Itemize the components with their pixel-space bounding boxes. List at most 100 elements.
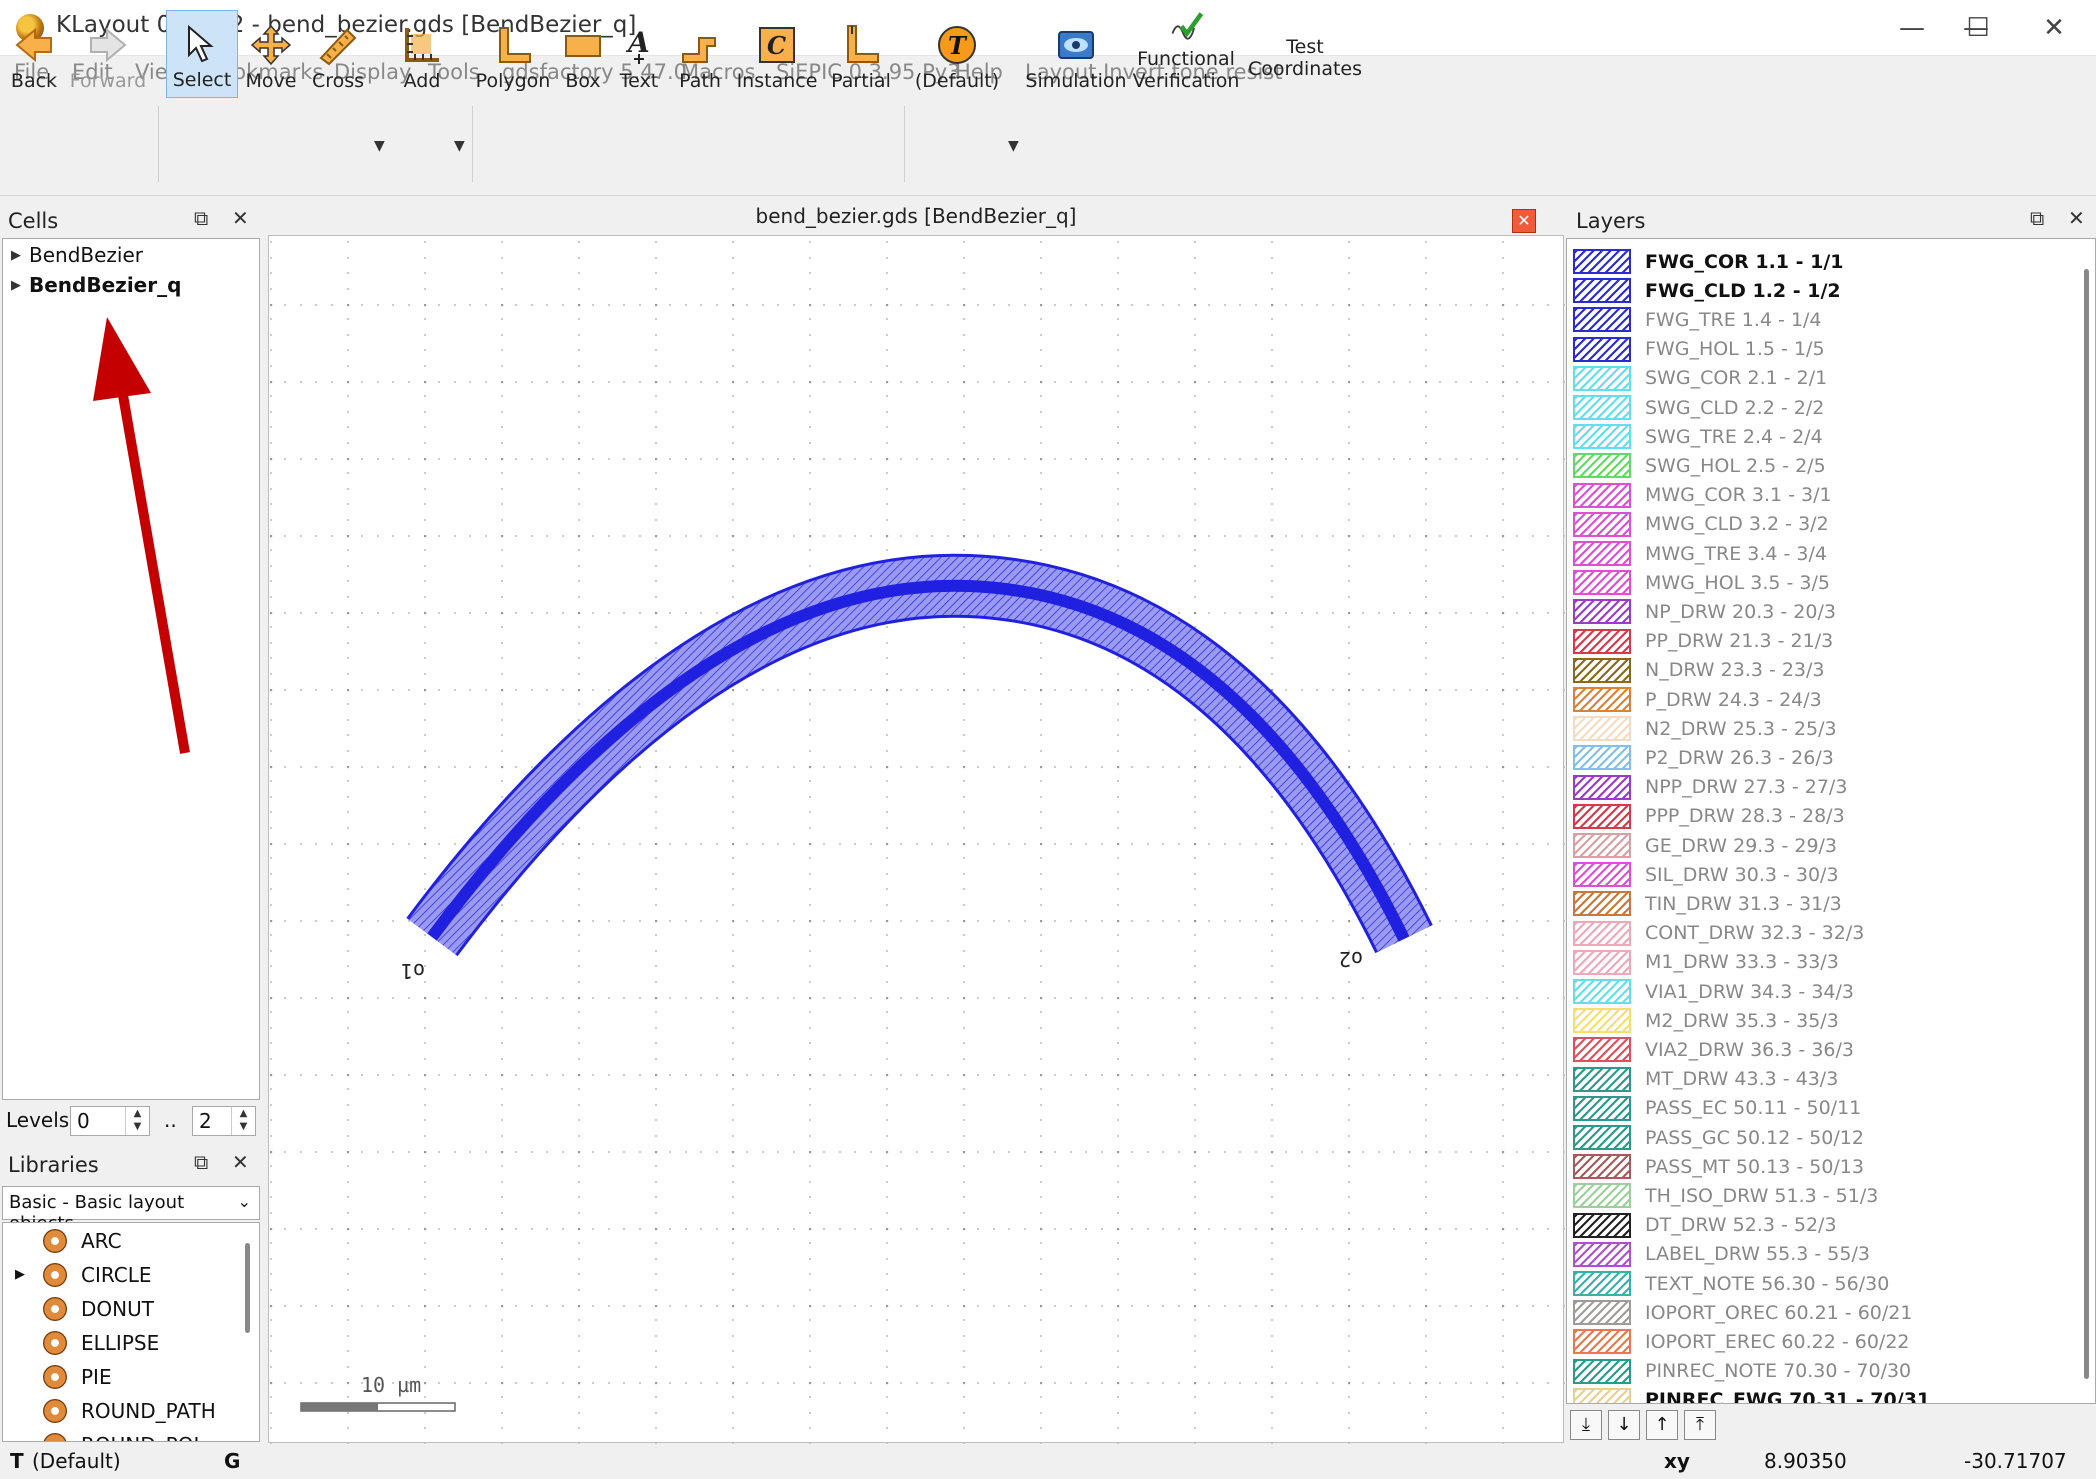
layer-row[interactable]: SWG_COR 2.1 - 2/1	[1573, 364, 1827, 393]
float-dock-icon[interactable]: ⧉	[194, 206, 208, 230]
layer-swatch	[1573, 1387, 1631, 1403]
spin-up-down-icon[interactable]: ▲ ▼	[231, 1107, 255, 1135]
back-button[interactable]: Back	[6, 10, 62, 98]
layer-row[interactable]: MT_DRW 43.3 - 43/3	[1573, 1065, 1838, 1094]
status-grid: G	[224, 1449, 241, 1473]
select-tool-button[interactable]: Select	[166, 10, 238, 98]
levels-from-spinbox[interactable]: 0 ▲ ▼	[70, 1106, 150, 1136]
layer-row[interactable]: N2_DRW 25.3 - 25/3	[1573, 714, 1837, 743]
scrollbar[interactable]	[245, 1243, 250, 1333]
layout-canvas[interactable]: o1 o2 10 µm	[268, 235, 1565, 1444]
layer-row[interactable]: NPP_DRW 27.3 - 27/3	[1573, 773, 1847, 802]
path-tool-button[interactable]: Path	[674, 10, 726, 98]
layer-row[interactable]: DT_DRW 52.3 - 52/3	[1573, 1211, 1837, 1240]
layer-row[interactable]: LABEL_DRW 55.3 - 55/3	[1573, 1240, 1870, 1269]
layer-row[interactable]: P_DRW 24.3 - 24/3	[1573, 685, 1822, 714]
layer-row[interactable]: SWG_TRE 2.4 - 2/4	[1573, 422, 1823, 451]
polygon-tool-button[interactable]: Polygon	[476, 10, 550, 98]
layer-row[interactable]: PPP_DRW 28.3 - 28/3	[1573, 802, 1845, 831]
expand-arrow-icon[interactable]: ▶	[11, 278, 29, 293]
layer-row[interactable]: M1_DRW 33.3 - 33/3	[1573, 948, 1839, 977]
move-up-icon[interactable]: ↑	[1646, 1410, 1678, 1440]
box-tool-button[interactable]: Box	[558, 10, 608, 98]
layer-row[interactable]: IOPORT_OREC 60.21 - 60/21	[1573, 1298, 1912, 1327]
expand-arrow-icon[interactable]: ▶	[11, 248, 29, 263]
layer-row[interactable]: SWG_CLD 2.2 - 2/2	[1573, 393, 1824, 422]
cell-item-bendbezier[interactable]: ▶ BendBezier	[11, 243, 143, 267]
instance-tool-button[interactable]: C Instance	[734, 10, 820, 98]
float-dock-icon[interactable]: ⧉	[2030, 206, 2044, 230]
cross-ruler-button[interactable]: Cross	[308, 10, 368, 98]
layer-row[interactable]: CONT_DRW 32.3 - 32/3	[1573, 919, 1864, 948]
layer-row[interactable]: TIN_DRW 31.3 - 31/3	[1573, 889, 1842, 918]
partial-tool-button[interactable]: Partial	[826, 10, 896, 98]
layer-row[interactable]: MWG_CLD 3.2 - 3/2	[1573, 510, 1829, 539]
layer-swatch	[1573, 1300, 1631, 1326]
library-item[interactable]: ARC	[43, 1229, 122, 1253]
add-button[interactable]: Add	[392, 10, 452, 98]
layer-row[interactable]: M2_DRW 35.3 - 35/3	[1573, 1006, 1839, 1035]
layer-row[interactable]: SWG_HOL 2.5 - 2/5	[1573, 451, 1826, 480]
move-down-icon[interactable]: ↓	[1608, 1410, 1640, 1440]
library-item[interactable]: CIRCLE	[43, 1263, 152, 1287]
cell-item-bendbezier-q[interactable]: ▶ BendBezier_q	[11, 273, 181, 297]
layer-row[interactable]: VIA1_DRW 34.3 - 34/3	[1573, 977, 1854, 1006]
library-item[interactable]: ELLIPSE	[43, 1331, 159, 1355]
layer-row[interactable]: TEXT_NOTE 56.30 - 56/30	[1573, 1269, 1889, 1298]
move-to-bottom-icon[interactable]: ⤓	[1570, 1410, 1602, 1440]
layer-row[interactable]: FWG_CLD 1.2 - 1/2	[1573, 276, 1841, 305]
spin-up-down-icon[interactable]: ▲ ▼	[125, 1107, 149, 1135]
scrollbar[interactable]	[2084, 269, 2089, 1379]
library-item[interactable]: PIE	[43, 1365, 112, 1389]
close-dock-icon[interactable]: ✕	[232, 206, 249, 230]
layer-row[interactable]: PINREC_NOTE 70.30 - 70/30	[1573, 1357, 1911, 1386]
layer-row[interactable]: MWG_HOL 3.5 - 3/5	[1573, 568, 1830, 597]
layer-swatch	[1573, 949, 1631, 975]
levels-to-spinbox[interactable]: 2 ▲ ▼	[192, 1106, 256, 1136]
layer-row[interactable]: IOPORT_EREC 60.22 - 60/22	[1573, 1327, 1910, 1356]
verification-check-icon	[1171, 12, 1204, 40]
layer-row[interactable]: FWG_TRE 1.4 - 1/4	[1573, 305, 1822, 334]
close-tab-icon[interactable]: ✕	[1512, 209, 1536, 233]
move-to-top-icon[interactable]: ⤒	[1684, 1410, 1716, 1440]
close-dock-icon[interactable]: ✕	[232, 1150, 249, 1174]
layer-row[interactable]: SIL_DRW 30.3 - 30/3	[1573, 860, 1839, 889]
expand-arrow-icon[interactable]: ▶	[15, 1267, 25, 1282]
layer-row[interactable]: VIA2_DRW 36.3 - 36/3	[1573, 1035, 1854, 1064]
layer-row[interactable]: NP_DRW 20.3 - 20/3	[1573, 597, 1836, 626]
layer-row[interactable]: PASS_GC 50.12 - 50/12	[1573, 1123, 1864, 1152]
tech-dropdown-arrow-icon[interactable]: ▼	[1008, 138, 1019, 154]
library-select[interactable]: Basic - Basic layout objects ⌄	[2, 1186, 260, 1234]
maximize-button[interactable]: ☐	[1948, 8, 2008, 48]
close-dock-icon[interactable]: ✕	[2068, 206, 2085, 230]
float-dock-icon[interactable]: ⧉	[194, 1150, 208, 1174]
move-tool-button[interactable]: Move	[244, 10, 298, 98]
layer-row[interactable]: TH_ISO_DRW 51.3 - 51/3	[1573, 1181, 1878, 1210]
text-tool-button[interactable]: A Text	[614, 10, 664, 98]
layer-row[interactable]: PINREC_FWG 70.31 - 70/31	[1573, 1386, 1930, 1403]
layer-row[interactable]: FWG_HOL 1.5 - 1/5	[1573, 335, 1825, 364]
minimize-button[interactable]: —	[1882, 8, 1942, 48]
test-coordinates-button[interactable]: Test Coordinates	[1248, 10, 1362, 98]
layer-row[interactable]: PASS_MT 50.13 - 50/13	[1573, 1152, 1864, 1181]
layer-row[interactable]: MWG_TRE 3.4 - 3/4	[1573, 539, 1827, 568]
close-window-button[interactable]: ✕	[2024, 8, 2084, 48]
library-item[interactable]: DONUT	[43, 1297, 154, 1321]
pcell-gear-icon	[43, 1365, 67, 1389]
layer-row[interactable]: GE_DRW 29.3 - 29/3	[1573, 831, 1837, 860]
layer-row[interactable]: P2_DRW 26.3 - 26/3	[1573, 743, 1834, 772]
layer-label: MWG_TRE 3.4 - 3/4	[1645, 542, 1827, 565]
forward-button[interactable]: Forward	[70, 10, 146, 98]
layer-row[interactable]: PASS_EC 50.11 - 50/11	[1573, 1094, 1861, 1123]
layer-row[interactable]: N_DRW 23.3 - 23/3	[1573, 656, 1825, 685]
layer-row[interactable]: FWG_COR 1.1 - 1/1	[1573, 247, 1844, 276]
library-item[interactable]: ROUND_PATH	[43, 1399, 216, 1423]
functional-verification-button[interactable]: Functional Verification	[1133, 10, 1239, 98]
add-dropdown-arrow-icon[interactable]: ▼	[454, 138, 465, 154]
library-item[interactable]: ROUND_POL	[43, 1433, 205, 1441]
layer-row[interactable]: MWG_COR 3.1 - 3/1	[1573, 481, 1832, 510]
layer-row[interactable]: PP_DRW 21.3 - 21/3	[1573, 627, 1833, 656]
simulation-button[interactable]: Simulation	[1025, 10, 1127, 98]
default-tech-button[interactable]: T (Default)	[912, 10, 1002, 98]
cross-dropdown-arrow-icon[interactable]: ▼	[374, 138, 385, 154]
